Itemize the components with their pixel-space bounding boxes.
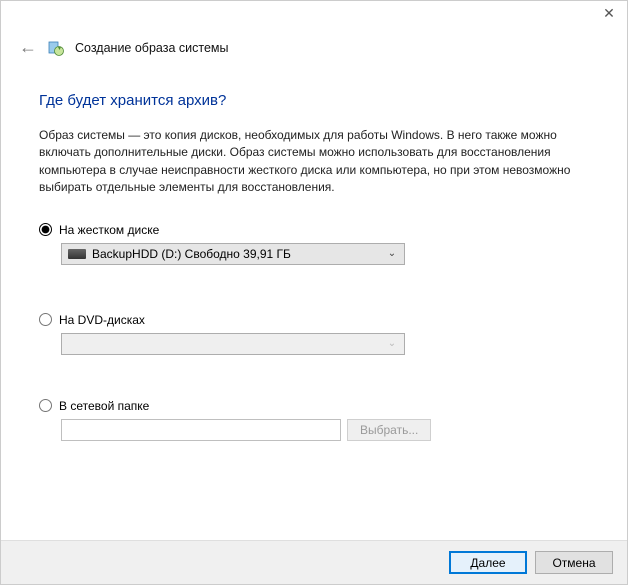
titlebar: ✕ [1,1,627,29]
hdd-dropdown[interactable]: BackupHDD (D:) Свободно 39,91 ГБ ⌄ [61,243,405,265]
back-button[interactable]: ← [19,37,37,58]
dvd-dropdown: ⌄ [61,333,405,355]
content-area: Где будет хранится архив? Образ системы … [1,72,627,441]
option-dvd-label: На DVD-дисках [59,313,145,327]
hdd-selected-text: BackupHDD (D:) Свободно 39,91 ГБ [92,247,291,261]
network-path-row: Выбрать... [61,419,589,441]
radio-hdd[interactable] [39,223,52,236]
option-network[interactable]: В сетевой папке [39,399,589,413]
option-network-label: В сетевой папке [59,399,149,413]
browse-button: Выбрать... [347,419,431,441]
network-path-input[interactable] [61,419,341,441]
chevron-down-icon: ⌄ [384,248,400,259]
page-description: Образ системы — это копия дисков, необхо… [39,127,589,197]
close-button[interactable]: ✕ [597,5,621,22]
wizard-icon [47,39,65,57]
option-hdd-label: На жестком диске [59,223,159,237]
option-hdd[interactable]: На жестком диске [39,223,589,237]
chevron-down-icon: ⌄ [384,338,400,349]
radio-dvd[interactable] [39,313,52,326]
footer: Далее Отмена [1,540,627,584]
disk-icon [68,249,86,259]
cancel-button[interactable]: Отмена [535,551,613,574]
radio-network[interactable] [39,399,52,412]
wizard-title: Создание образа системы [75,41,228,55]
page-heading: Где будет хранится архив? [39,92,589,109]
header: ← Создание образа системы [1,29,627,72]
option-dvd[interactable]: На DVD-дисках [39,313,589,327]
next-button[interactable]: Далее [449,551,527,574]
